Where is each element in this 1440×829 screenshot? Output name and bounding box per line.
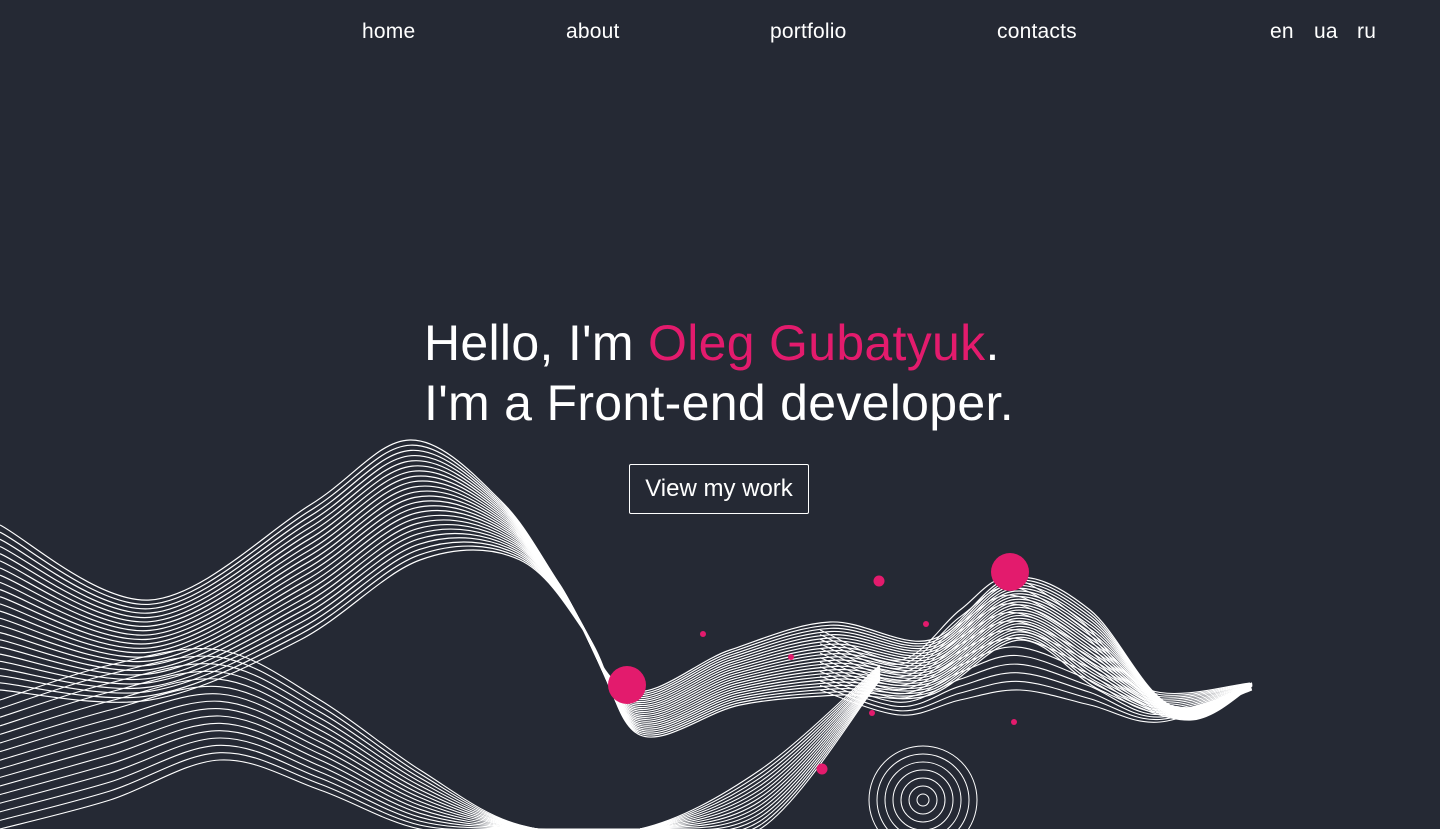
accent-dot	[816, 763, 828, 775]
nav-link-home[interactable]: home	[362, 20, 415, 44]
nav-link-about[interactable]: about	[566, 20, 620, 44]
accent-dot	[1011, 719, 1017, 725]
accent-dot	[700, 631, 706, 637]
language-ua-link[interactable]: ua	[1314, 20, 1338, 44]
landing-page: home about portfolio contacts en ua ru H…	[0, 0, 1440, 829]
ring	[892, 769, 954, 829]
accent-dot	[991, 553, 1029, 591]
hero-greeting-line: Hello, I'm Oleg Gubatyuk.	[424, 313, 1124, 373]
ring	[868, 745, 978, 829]
accent-dot	[788, 654, 794, 660]
concentric-rings-decoration	[868, 745, 978, 829]
nav-link-portfolio[interactable]: portfolio	[770, 20, 847, 44]
ring	[908, 785, 938, 815]
hero-heading: Hello, I'm Oleg Gubatyuk. I'm a Front-en…	[424, 313, 1124, 433]
language-ru-link[interactable]: ru	[1357, 20, 1376, 44]
wave-line-lower	[0, 676, 881, 829]
wave-line-right	[819, 603, 1251, 700]
accent-dot	[873, 575, 885, 587]
language-en-link[interactable]: en	[1270, 20, 1294, 44]
greeting-suffix: .	[985, 315, 1000, 371]
ring	[900, 777, 946, 823]
ring	[884, 761, 962, 829]
developer-name: Oleg Gubatyuk	[648, 315, 986, 371]
hero-subtitle: I'm a Front-end developer.	[424, 375, 1014, 431]
accent-dots-decoration	[608, 553, 1029, 775]
ring	[916, 793, 930, 807]
accent-dot	[608, 666, 646, 704]
main-navigation: home about portfolio contacts en ua ru	[0, 0, 1440, 66]
nav-link-contacts[interactable]: contacts	[997, 20, 1077, 44]
accent-dot	[923, 621, 929, 627]
view-my-work-button[interactable]: View my work	[629, 464, 809, 514]
greeting-prefix: Hello, I'm	[424, 315, 649, 371]
wave-line-lower	[0, 655, 881, 829]
ring	[876, 753, 970, 829]
accent-dot	[869, 710, 875, 716]
